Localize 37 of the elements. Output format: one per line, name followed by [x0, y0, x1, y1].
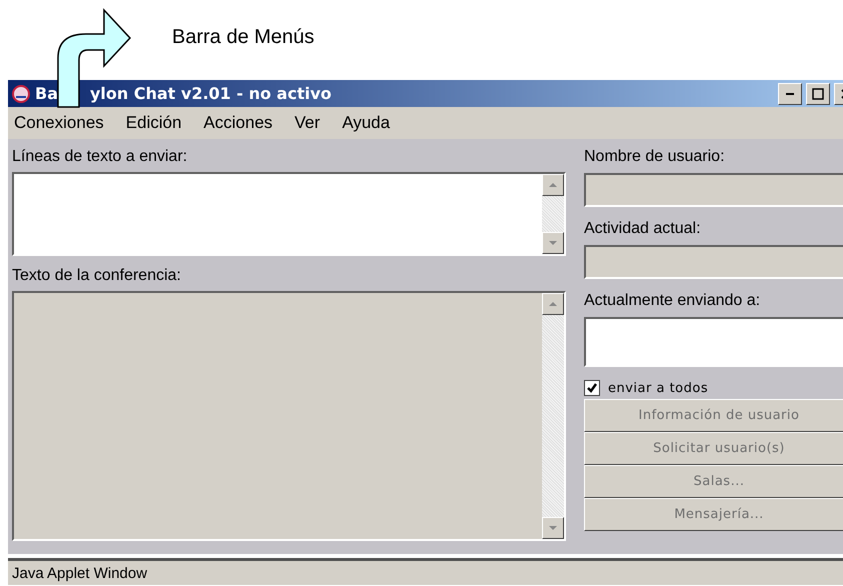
up-arrow-icon	[548, 301, 558, 307]
scroll-up-button[interactable]	[542, 293, 564, 315]
scroll-up-button[interactable]	[542, 174, 564, 196]
window-title: Ba	[35, 84, 58, 103]
menu-item[interactable]: Ver	[294, 113, 320, 133]
scroll-down-button[interactable]	[542, 517, 564, 539]
status-text: Java Applet Window	[12, 564, 148, 582]
activity-field[interactable]	[584, 245, 843, 279]
conference-label: Texto de la conferencia:	[12, 266, 182, 286]
user-name-field[interactable]	[584, 173, 843, 207]
curved-arrow-icon	[56, 8, 132, 108]
user-name-label: Nombre de usuario:	[584, 147, 726, 167]
check-icon	[586, 382, 598, 394]
recipients-list[interactable]	[584, 317, 843, 367]
send-all-label: enviar a todos	[608, 380, 708, 396]
down-arrow-icon	[548, 525, 558, 531]
send-text-label: Líneas de texto a enviar:	[12, 147, 188, 167]
maximize-button[interactable]	[806, 82, 830, 104]
window-title: ylon Chat v2.01 - no activo	[90, 84, 332, 103]
sending-to-label: Actualmente enviando a:	[584, 291, 762, 311]
annotation-label: Barra de Menús	[172, 26, 314, 49]
menu-item[interactable]: Edición	[126, 113, 182, 133]
scrollbar[interactable]	[542, 293, 564, 539]
minimize-icon	[786, 92, 794, 94]
scroll-down-button[interactable]	[542, 232, 564, 254]
maximize-icon	[812, 88, 824, 100]
menu-item[interactable]: Conexiones	[14, 113, 104, 133]
send-all-checkbox[interactable]	[584, 380, 600, 396]
up-arrow-icon	[548, 182, 558, 188]
down-arrow-icon	[548, 240, 558, 246]
activity-label: Actividad actual:	[584, 219, 702, 239]
menu-item[interactable]: Ayuda	[342, 113, 390, 133]
app-icon	[11, 84, 31, 104]
scrollbar[interactable]	[542, 174, 564, 254]
menu-item[interactable]: Acciones	[204, 113, 273, 133]
minimize-button[interactable]	[778, 82, 802, 104]
send-text-area[interactable]	[12, 172, 566, 256]
